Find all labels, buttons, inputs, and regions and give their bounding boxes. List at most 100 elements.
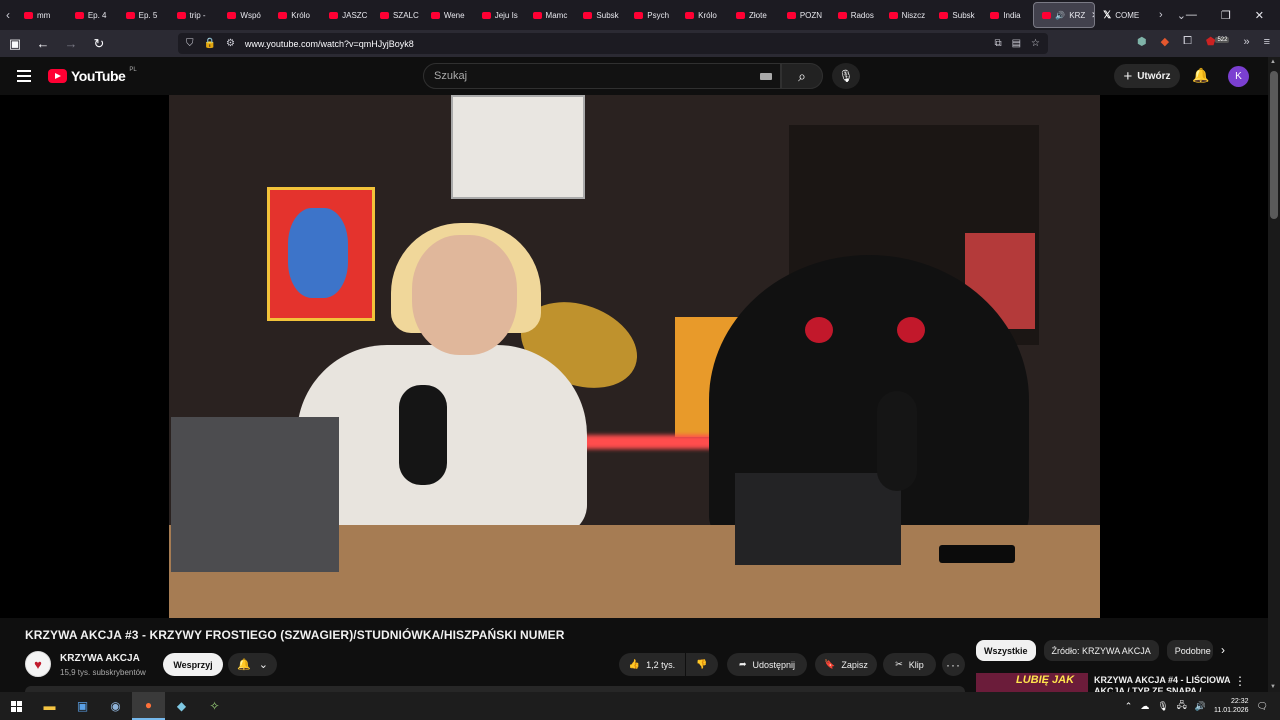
sidebar-toggle-icon[interactable]: ▣ [8,36,22,52]
browser-tab[interactable]: Ep. 5 [118,2,169,28]
permissions-icon[interactable]: ⚙ [226,38,235,49]
browser-tab[interactable]: Mamc [525,2,576,28]
browser-tab[interactable]: Wspó [219,2,270,28]
notes-app-icon[interactable]: ◆ [165,692,198,720]
tab-scroll-right-icon[interactable]: › [1159,9,1163,21]
cloud-icon[interactable]: ☁ [1140,701,1149,712]
clip-button[interactable]: ✂ Klip [883,653,936,676]
restore-icon[interactable]: ❐ [1221,9,1231,22]
chips-next-icon[interactable]: › [1221,643,1225,657]
more-actions-button[interactable]: ··· [942,653,965,676]
browser-tab[interactable]: Niszcz [881,2,932,28]
youtube-logo[interactable]: YouTube PL [48,67,137,84]
url-text[interactable]: www.youtube.com/watch?v=qmHJyjBoyk8 [245,39,414,49]
browser-tab[interactable]: trip - [169,2,220,28]
browser-tab[interactable]: JASZC [321,2,372,28]
video-player[interactable] [0,95,1268,618]
bookmark-star-icon[interactable]: ☆ [1031,38,1040,49]
speaker-icon[interactable]: 🔊 [1055,11,1065,20]
chip-all[interactable]: Wszystkie [976,640,1036,661]
notifications-bell-icon[interactable]: 🔔 [1192,67,1209,84]
network-app-icon[interactable]: ✧ [198,692,231,720]
recommendation-thumbnail[interactable]: LUBIĘ JAK [976,673,1088,693]
tab-list: mm Ep. 4 Ep. 5 trip - Wspó Królo JASZC SZALC Wen… [16,0,1033,30]
scroll-down-icon[interactable]: ▼ [1270,684,1276,690]
adblock-extension-icon[interactable]: ⬟ 522 [1206,35,1230,48]
browser-tab[interactable]: Wene [423,2,474,28]
channel-avatar[interactable]: ♥ [25,651,51,677]
clock[interactable]: 22:32 11.01.2026 [1214,697,1249,715]
list-all-tabs-icon[interactable]: ⌄ [1177,9,1186,22]
video-laptop [735,473,901,565]
browser-tab[interactable]: Złote [728,2,779,28]
browser-tab[interactable]: Królo [677,2,728,28]
browser-tab[interactable]: Królo [270,2,321,28]
reload-icon[interactable]: ↻ [92,36,106,52]
lock-icon[interactable]: 🔒 [204,38,216,49]
network-icon[interactable]: 🖧 [1177,698,1187,714]
picture-in-picture-icon[interactable]: ⧉ [994,38,1001,49]
tab-x[interactable]: 𝕏 COME [1095,2,1153,28]
page-scrollbar[interactable]: ▲ ▼ [1268,57,1280,692]
guide-menu-icon[interactable] [17,70,31,82]
tray-overflow-icon[interactable]: ⌃ [1125,701,1133,712]
browser-tab[interactable]: Rados [830,2,881,28]
url-bar[interactable]: ⛉ 🔒 ⚙ www.youtube.com/watch?v=qmHJyjBoyk… [178,33,1048,54]
scroll-up-icon[interactable]: ▲ [1270,59,1276,65]
voice-search-button[interactable]: 🎙 [832,63,860,89]
tab-active[interactable]: 🔊 KRZ ✕ [1033,2,1096,28]
vpn-extension-icon[interactable]: ⬢ [1137,35,1147,48]
search-button[interactable]: ⌕ [781,63,823,89]
browser-tab[interactable]: Psych [626,2,677,28]
browser-tab[interactable]: SZALC [372,2,423,28]
reader-view-icon[interactable]: ▤ [1012,38,1021,49]
channel-name[interactable]: KRZYWA AKCJA [60,653,140,664]
extensions-puzzle-icon[interactable]: ⧠ [1183,35,1192,48]
subscription-bell-button[interactable]: 🔔 ⌄ [228,653,277,676]
browser-tab[interactable]: Jeju Is [474,2,525,28]
browser-tab[interactable]: POZN [779,2,830,28]
clock-time: 22:32 [1231,698,1249,705]
dislike-button[interactable]: 👎 [686,653,718,676]
microphone-tray-icon[interactable]: 🎙 [1157,701,1168,712]
recommendation-menu-icon[interactable]: ⋮ [1234,674,1246,688]
browser-tab[interactable]: Subsk [931,2,982,28]
shield-icon[interactable]: ⛉ [186,38,194,49]
notifications-icon[interactable]: 🗨 [1257,701,1268,712]
recommendation-title[interactable]: KRZYWA AKCJA #4 - LIŚCIOWA AKCJA / TYP Z… [1094,675,1234,693]
firefox-icon[interactable]: ● [132,692,165,720]
chip-source[interactable]: Źródło: KRZYWA AKCJA [1043,640,1159,661]
video-title: KRZYWA AKCJA #3 - KRZYWY FROSTIEGO (SZWA… [25,628,565,642]
share-icon: ➦ [738,659,747,669]
support-button[interactable]: Wesprzyj [163,653,223,676]
browser-tab[interactable]: mm [16,2,67,28]
forward-icon[interactable]: → [64,36,78,51]
back-icon[interactable]: ← [36,36,50,51]
create-button[interactable]: + Utwórz [1114,64,1180,88]
fox-extension-icon[interactable]: ◆ [1161,35,1169,48]
overflow-chevron-icon[interactable]: » [1243,36,1249,48]
volume-icon[interactable]: 🔊 [1195,701,1206,712]
scrollbar-thumb[interactable] [1270,71,1278,219]
steam-icon[interactable]: ◉ [99,692,132,720]
tab-label: Królo [698,10,717,20]
chip-related[interactable]: Podobne [1166,640,1213,661]
control-panel-icon[interactable]: ▣ [66,692,99,720]
save-button[interactable]: 🔖 Zapisz [815,653,877,676]
close-window-icon[interactable]: ✕ [1255,9,1264,22]
share-button[interactable]: ➦ Udostępnij [727,653,807,676]
account-avatar[interactable]: K [1228,66,1249,87]
browser-tab[interactable]: Ep. 4 [67,2,118,28]
tab-scroll-left-icon[interactable]: ‹ [0,0,16,30]
browser-tab[interactable]: India [982,2,1033,28]
browser-tab[interactable]: Subsk [575,2,626,28]
minimize-icon[interactable]: — [1186,9,1197,22]
file-explorer-icon[interactable]: ▬ [33,692,66,720]
video-frame[interactable] [169,95,1100,618]
search-input[interactable] [434,70,734,82]
start-button[interactable] [0,692,33,720]
like-button[interactable]: 👍 1,2 tys. [619,653,685,676]
keyboard-icon[interactable] [760,73,772,80]
menu-icon[interactable]: ≡ [1264,36,1270,48]
youtube-icon [634,11,644,19]
